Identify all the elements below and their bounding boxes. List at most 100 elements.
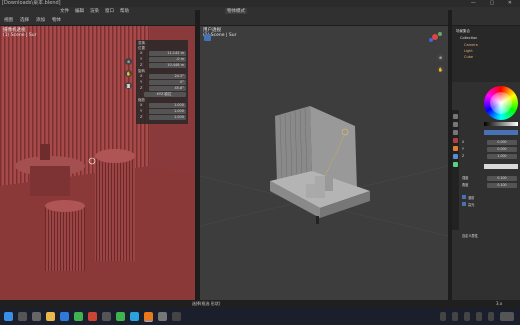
- color-wheel[interactable]: [484, 86, 518, 120]
- left-object-menu[interactable]: 物体: [52, 17, 61, 23]
- tray-icon[interactable]: [464, 312, 470, 321]
- measure-tool-icon[interactable]: [204, 108, 211, 115]
- prop-y-value[interactable]: 0.000: [487, 147, 517, 152]
- hand-icon[interactable]: ✋: [125, 70, 132, 77]
- prop-strength-value[interactable]: 0.100: [487, 176, 517, 181]
- left-view-menu[interactable]: 视图: [4, 17, 13, 23]
- scale-tool-icon[interactable]: [204, 74, 211, 81]
- rot-mode-select[interactable]: XYZ 欧拉: [144, 92, 186, 97]
- camera-icon[interactable]: ◙: [125, 82, 132, 89]
- status-version: 3.x: [496, 301, 503, 306]
- hand-icon[interactable]: ✋: [437, 66, 444, 73]
- color-mode-tabs[interactable]: [484, 130, 518, 135]
- tool-tab-icon[interactable]: [453, 114, 458, 119]
- 3d-scene: [200, 106, 448, 237]
- status-hint: 选择(框选 形状): [192, 301, 221, 306]
- scale-z-field[interactable]: 1.000: [149, 115, 186, 120]
- prop-z-row: Z 1.000: [462, 154, 517, 159]
- rot-y-field[interactable]: 0°: [149, 80, 186, 85]
- rot-x-field[interactable]: 24.3°: [149, 74, 186, 79]
- diffuse-checkbox[interactable]: 漫射: [462, 195, 517, 200]
- specular-checkbox[interactable]: 高光: [462, 202, 517, 207]
- prop-x-value[interactable]: 0.000: [487, 140, 517, 145]
- prop-y-row: Y 0.000: [462, 147, 517, 152]
- world-tab-icon[interactable]: [453, 138, 458, 143]
- scale-y-field[interactable]: 1.000: [149, 109, 186, 114]
- app-icon[interactable]: [88, 312, 97, 321]
- menu-help[interactable]: 帮助: [120, 8, 129, 14]
- transform-tool-icon[interactable]: [204, 84, 211, 91]
- loc-z-row: Z 10.446 m: [140, 63, 186, 68]
- rot-x-row: X 24.3°: [140, 74, 186, 79]
- edge-icon[interactable]: [60, 312, 69, 321]
- curtain-wall: [275, 106, 312, 184]
- 3d-viewport[interactable]: 用户透视 (1) Scene | Sur: [200, 26, 448, 300]
- app-icon[interactable]: [158, 312, 167, 321]
- wechat-icon[interactable]: [74, 312, 83, 321]
- navigation-gizmo[interactable]: [426, 28, 444, 46]
- prop-angle-value[interactable]: 0.100: [487, 183, 517, 188]
- loc-z-field[interactable]: 10.446 m: [149, 63, 186, 68]
- scale-x-field[interactable]: 1.000: [149, 103, 186, 108]
- menu-edit[interactable]: 编辑: [75, 8, 84, 14]
- app-icon[interactable]: [102, 312, 111, 321]
- value-slider[interactable]: [484, 122, 518, 126]
- tray-icon[interactable]: [476, 312, 482, 321]
- custom-properties-section[interactable]: 自定义属性: [462, 234, 517, 239]
- rot-mode-row: XYZ 欧拉: [140, 92, 186, 97]
- menu-render[interactable]: 渲染: [90, 8, 99, 14]
- menu-window[interactable]: 窗口: [105, 8, 114, 14]
- qq-icon[interactable]: [130, 312, 139, 321]
- tray-icon[interactable]: [440, 312, 446, 321]
- render-tab-icon[interactable]: [453, 122, 458, 127]
- object-tab-icon[interactable]: [453, 146, 458, 151]
- prop-x-row: X 0.000: [462, 140, 517, 145]
- select-tool-icon[interactable]: [204, 34, 211, 41]
- add-cube-tool-icon[interactable]: [204, 120, 211, 127]
- properties-tabs: [452, 110, 459, 230]
- outliner-scene-collection[interactable]: 场景集合: [456, 29, 470, 33]
- rot-z-field[interactable]: 45.8°: [149, 86, 186, 91]
- app-icon[interactable]: [172, 312, 181, 321]
- zoom-icon[interactable]: ⊕: [125, 58, 132, 65]
- window-controls[interactable]: — ▢ ✕: [471, 0, 518, 7]
- move-tool-icon[interactable]: [204, 54, 211, 61]
- prop-z-value[interactable]: 1.000: [487, 154, 517, 159]
- outliner-collection[interactable]: Collection: [460, 36, 477, 40]
- cylinder-short: [45, 206, 85, 271]
- left-add-menu[interactable]: 添加: [36, 17, 45, 23]
- start-icon[interactable]: [4, 312, 13, 321]
- loc-x-field[interactable]: 11.142 m: [149, 51, 186, 56]
- tray-icon[interactable]: [452, 312, 458, 321]
- outliner-camera[interactable]: Camera: [464, 43, 478, 47]
- modifier-tab-icon[interactable]: [453, 154, 458, 159]
- scale-x-row: X 1.000: [140, 103, 186, 108]
- explorer-icon[interactable]: [46, 312, 55, 321]
- light-data-tab-icon[interactable]: [453, 162, 458, 167]
- taskview-icon[interactable]: [32, 312, 41, 321]
- left-select-menu[interactable]: 选择: [20, 17, 29, 23]
- clock[interactable]: [500, 312, 514, 321]
- loc-y-field[interactable]: -0 m: [149, 57, 186, 62]
- blender-icon[interactable]: [144, 312, 153, 322]
- scale-y-row: Y 1.000: [140, 109, 186, 114]
- outliner-cube[interactable]: Cube: [464, 55, 473, 59]
- annotate-tool-icon[interactable]: [204, 98, 211, 105]
- mid-viewport-header: [200, 16, 448, 25]
- outliner-light[interactable]: Light: [464, 49, 473, 53]
- tray-icon[interactable]: [488, 312, 494, 321]
- mode-selector[interactable]: 物体模式: [225, 8, 247, 14]
- search-icon[interactable]: [18, 312, 27, 321]
- os-taskbar: [0, 308, 520, 325]
- scale-z-row: Z 1.000: [140, 115, 186, 120]
- output-tab-icon[interactable]: [453, 130, 458, 135]
- rot-y-row: Y 0°: [140, 80, 186, 85]
- zoom-icon[interactable]: ⊕: [437, 54, 444, 61]
- menu-file[interactable]: 文件: [60, 8, 69, 14]
- cursor-tool-icon[interactable]: [204, 44, 211, 51]
- wechat-icon[interactable]: [116, 312, 125, 321]
- status-bar: 选择(框选 形状) 3.x: [0, 300, 520, 308]
- rot-z-row: Z 45.8°: [140, 86, 186, 91]
- rotate-tool-icon[interactable]: [204, 64, 211, 71]
- color-swatch[interactable]: [484, 164, 518, 169]
